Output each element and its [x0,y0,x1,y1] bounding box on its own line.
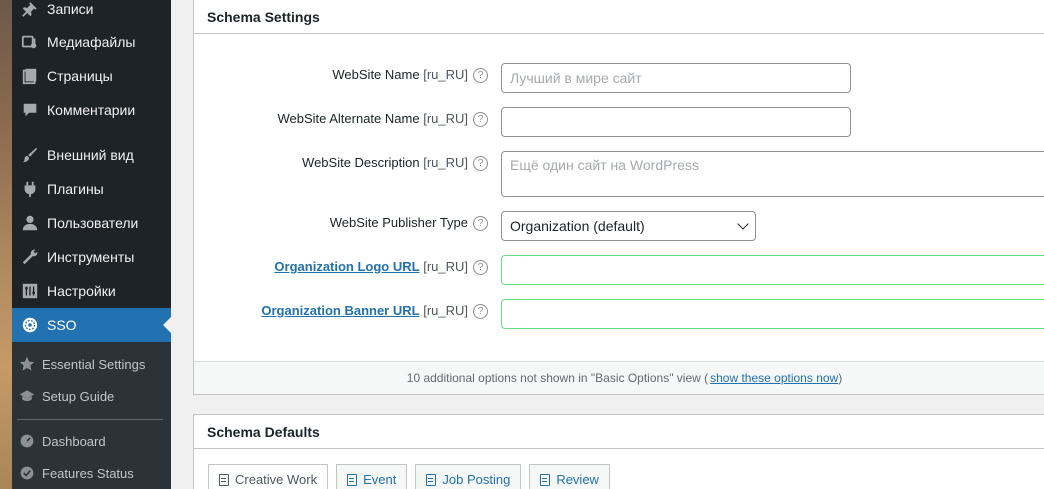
panel-title: Schema Defaults [194,415,1044,449]
sso-icon [12,316,47,334]
tab-review[interactable]: Review [529,464,610,489]
sidebar-item-tools[interactable]: Инструменты [12,240,171,274]
organization-banner-url-input[interactable] [501,299,1044,329]
dashboard-icon [12,433,42,449]
sidebar-item-label: SSO [47,317,77,333]
plugins-icon [12,180,47,198]
submenu-item-label: Features Status [42,465,134,481]
schema-defaults-panel: Schema Defaults Creative Work Event Job … [193,414,1044,489]
sidebar-item-label: Инструменты [47,249,135,265]
sidebar-item-sso[interactable]: SSO [12,308,171,342]
document-icon [540,473,551,486]
help-icon[interactable]: ? [473,156,488,171]
settings-icon [12,282,47,300]
panel-title: Schema Settings [194,0,1044,34]
media-icon [12,33,47,51]
submenu-divider [17,419,163,420]
background-strip [0,0,12,489]
organization-logo-url-input[interactable] [501,255,1044,285]
submenu-item-label: Essential Settings [42,356,146,372]
organization-banner-url-link[interactable]: Organization Banner URL [261,303,419,318]
website-description-textarea[interactable]: Ещё один сайт на WordPress [501,151,1044,197]
pushpin-icon [12,0,47,18]
schema-settings-panel: Schema Settings WebSite Name [ru_RU] ? Л… [193,0,1044,395]
field-label: WebSite Description [ru_RU] [302,155,468,170]
help-icon[interactable]: ? [473,260,488,275]
submenu-item-setup-guide[interactable]: Setup Guide [12,382,171,410]
help-icon[interactable]: ? [473,304,488,319]
admin-sidebar: Записи Медиафайлы Страницы Комментарии В… [12,0,171,489]
graduation-cap-icon [12,388,42,404]
submenu-item-features-status[interactable]: Features Status [12,459,171,487]
field-label: WebSite Alternate Name [ru_RU] [277,111,468,126]
help-icon[interactable]: ? [473,112,488,127]
field-label: WebSite Publisher Type [329,215,468,230]
tab-event[interactable]: Event [336,464,408,489]
sidebar-item-comments[interactable]: Комментарии [12,93,171,127]
sidebar-item-label: Записи [47,1,94,17]
help-icon[interactable]: ? [473,68,488,83]
hidden-options-note: 10 additional options not shown in "Basi… [194,361,1044,394]
website-name-input[interactable]: Лучший в мире сайт [501,63,851,93]
sidebar-item-label: Страницы [47,68,113,84]
help-icon[interactable]: ? [473,216,488,231]
sidebar-item-label: Комментарии [47,102,136,118]
users-icon [12,214,47,232]
sidebar-item-appearance[interactable]: Внешний вид [12,138,171,172]
schema-defaults-tabs: Creative Work Event Job Posting Review [208,464,610,489]
comments-icon [12,101,47,119]
sso-submenu: Essential Settings Setup Guide Dashboard… [12,342,171,489]
field-label: Organization Logo URL [ru_RU] [274,259,468,274]
submenu-item-label: Setup Guide [42,388,115,404]
submenu-item-label: Dashboard [42,433,106,449]
sidebar-item-settings[interactable]: Настройки [12,274,171,308]
sidebar-item-pages[interactable]: Страницы [12,59,171,93]
website-alternate-name-input[interactable] [501,107,851,137]
document-icon [426,473,437,486]
star-icon [12,356,42,372]
field-label: WebSite Name [ru_RU] [332,67,468,82]
check-circle-icon [12,465,42,481]
sidebar-item-label: Медиафайлы [47,34,136,50]
pages-icon [12,67,47,85]
sidebar-item-label: Плагины [47,181,104,197]
submenu-item-dashboard[interactable]: Dashboard [12,427,171,455]
wrench-icon [12,248,47,266]
select-value: Organization (default) [510,218,645,234]
document-icon [347,473,358,486]
paintbrush-icon [12,146,47,164]
organization-logo-url-link[interactable]: Organization Logo URL [274,259,419,274]
tab-job-posting[interactable]: Job Posting [415,464,522,489]
submenu-item-essential-settings[interactable]: Essential Settings [12,350,171,378]
field-label: Organization Banner URL [ru_RU] [261,303,468,318]
active-menu-arrow [163,317,171,333]
chevron-down-icon [737,218,749,230]
sidebar-item-media[interactable]: Медиафайлы [12,25,171,59]
sidebar-item-plugins[interactable]: Плагины [12,172,171,206]
sidebar-item-label: Внешний вид [47,147,134,163]
sidebar-item-posts[interactable]: Записи [12,0,171,26]
document-icon [219,473,229,486]
show-options-link[interactable]: show these options now [710,371,838,385]
sidebar-item-label: Пользователи [47,215,139,231]
sidebar-item-label: Настройки [47,283,116,299]
sidebar-item-users[interactable]: Пользователи [12,206,171,240]
tab-creative-work[interactable]: Creative Work [208,464,329,489]
publisher-type-select[interactable]: Organization (default) [501,211,756,241]
